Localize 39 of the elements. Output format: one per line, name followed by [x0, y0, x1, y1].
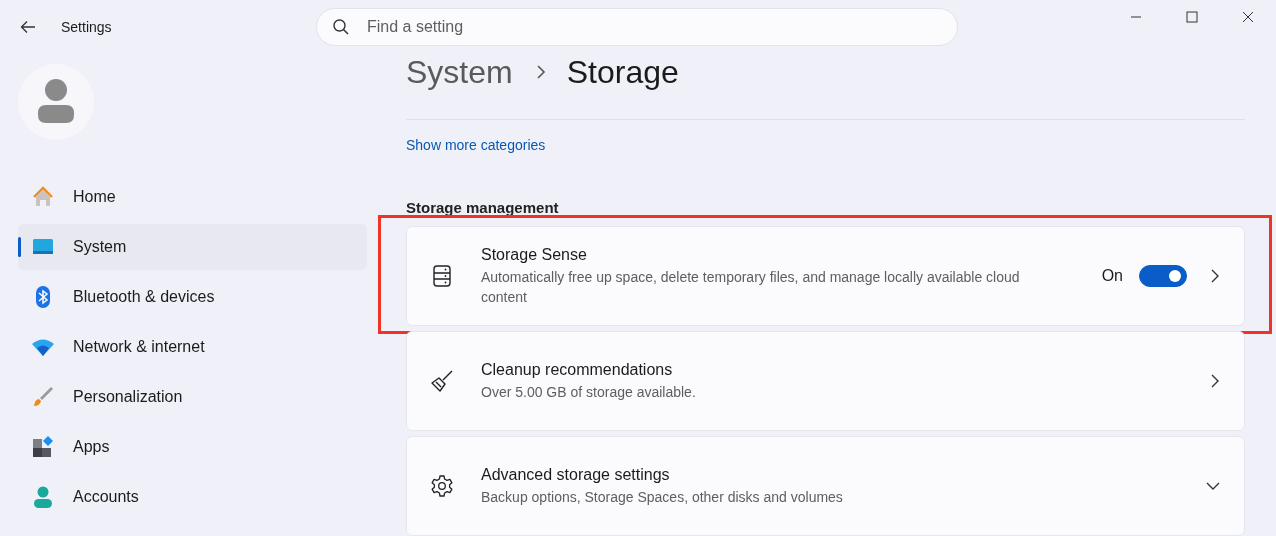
- setting-card[interactable]: Storage Sense Automatically free up space, delete temporary files, and manage locally available cloud content On: [406, 226, 1245, 326]
- apps-icon: [31, 435, 55, 459]
- broom-icon: [430, 369, 454, 393]
- nav-item[interactable]: Network & internet: [18, 324, 367, 370]
- toggle-switch[interactable]: [1139, 265, 1187, 287]
- chevron-right-icon: [1209, 268, 1221, 284]
- breadcrumb-link[interactable]: System: [406, 53, 513, 91]
- nav-item[interactable]: Personalization: [18, 374, 367, 420]
- window-title: Settings: [61, 19, 112, 35]
- paintbrush-icon: [31, 385, 55, 409]
- gear-icon: [430, 474, 454, 498]
- setting-description: Automatically free up space, delete temporary files, and manage locally available cloud content: [481, 267, 1021, 307]
- nav-item[interactable]: Home: [18, 174, 367, 220]
- page-title: Storage: [566, 53, 679, 91]
- arrow-left-icon: [19, 18, 37, 36]
- setting-description: Over 5.00 GB of storage available.: [481, 382, 697, 402]
- nav-item[interactable]: Bluetooth & devices: [18, 274, 367, 320]
- server-icon: [430, 264, 454, 288]
- section-heading: Storage management: [406, 199, 560, 216]
- setting-title: Advanced storage settings: [481, 465, 671, 484]
- setting-card[interactable]: Advanced storage settings Backup options, Storage Spaces, other disks and volumes: [406, 436, 1245, 536]
- chevron-right-icon: [1209, 373, 1221, 389]
- nav-item[interactable]: System: [18, 224, 367, 270]
- house-icon: [31, 185, 55, 209]
- chevron-down-icon: [1205, 480, 1221, 492]
- setting-title: Cleanup recommendations: [481, 360, 674, 379]
- chevron-right-icon: [534, 64, 547, 80]
- nav-item[interactable]: Apps: [18, 424, 367, 470]
- person-icon: [31, 485, 55, 509]
- setting-card[interactable]: Cleanup recommendations Over 5.00 GB of storage available.: [406, 331, 1245, 431]
- close-icon: [1242, 11, 1254, 23]
- search-icon: [332, 18, 350, 36]
- nav-item[interactable]: Accounts: [18, 474, 367, 520]
- toggle-state: On: [1101, 267, 1123, 285]
- search-field[interactable]: Find a setting: [316, 8, 958, 46]
- show-more-link[interactable]: Show more categories: [406, 137, 546, 153]
- setting-title: Storage Sense: [481, 245, 588, 264]
- maximize-icon: [1186, 11, 1198, 23]
- setting-description: Backup options, Storage Spaces, other disks and volumes: [481, 487, 844, 507]
